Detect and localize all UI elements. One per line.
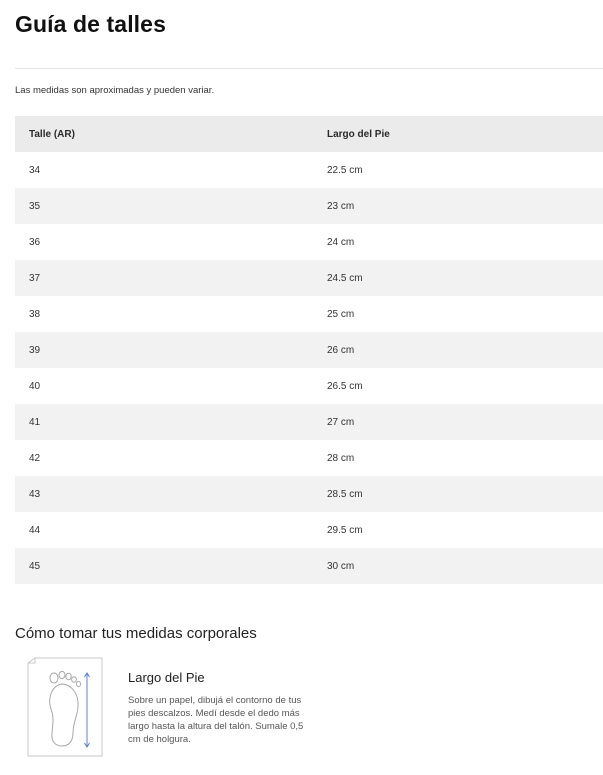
size-table: Talle (AR) Largo del Pie 34 22.5 cm 35 2… — [15, 116, 603, 584]
foot-length-cell: 27 cm — [327, 416, 355, 428]
size-cell: 39 — [29, 344, 41, 356]
foot-measure-illustration — [27, 657, 103, 757]
table-row: 41 27 cm — [15, 404, 603, 440]
size-cell: 37 — [29, 272, 41, 284]
table-row: 42 28 cm — [15, 440, 603, 476]
header-foot-length: Largo del Pie — [327, 128, 390, 140]
table-row: 44 29.5 cm — [15, 512, 603, 548]
size-cell: 38 — [29, 308, 41, 320]
size-cell: 43 — [29, 488, 41, 500]
foot-length-cell: 30 cm — [327, 560, 355, 572]
measurements-section-title: Cómo tomar tus medidas corporales — [15, 625, 257, 642]
table-row: 37 24.5 cm — [15, 260, 603, 296]
foot-measure-icon — [27, 657, 103, 757]
foot-length-description: Sobre un papel, dibujá el contorno de tu… — [128, 695, 304, 745]
size-cell: 45 — [29, 560, 41, 572]
size-cell: 36 — [29, 236, 41, 248]
table-row: 39 26 cm — [15, 332, 603, 368]
foot-length-title: Largo del Pie — [128, 670, 205, 685]
foot-length-cell: 28.5 cm — [327, 488, 363, 500]
table-row: 43 28.5 cm — [15, 476, 603, 512]
size-cell: 41 — [29, 416, 41, 428]
foot-length-cell: 29.5 cm — [327, 524, 363, 536]
foot-length-cell: 24.5 cm — [327, 272, 363, 284]
size-cell: 40 — [29, 380, 41, 392]
page-title: Guía de talles — [15, 11, 166, 37]
header-size: Talle (AR) — [29, 128, 75, 140]
table-header-row: Talle (AR) Largo del Pie — [15, 116, 603, 152]
foot-length-cell: 22.5 cm — [327, 164, 363, 176]
size-cell: 35 — [29, 200, 41, 212]
size-cell: 44 — [29, 524, 41, 536]
table-row: 38 25 cm — [15, 296, 603, 332]
foot-length-cell: 28 cm — [327, 452, 355, 464]
table-row: 34 22.5 cm — [15, 152, 603, 188]
foot-length-cell: 24 cm — [327, 236, 355, 248]
divider — [15, 68, 603, 69]
foot-length-cell: 26.5 cm — [327, 380, 363, 392]
table-row: 35 23 cm — [15, 188, 603, 224]
foot-length-cell: 23 cm — [327, 200, 355, 212]
table-row: 40 26.5 cm — [15, 368, 603, 404]
size-cell: 42 — [29, 452, 41, 464]
foot-length-cell: 25 cm — [327, 308, 355, 320]
size-cell: 34 — [29, 164, 41, 176]
foot-length-cell: 26 cm — [327, 344, 355, 356]
table-row: 36 24 cm — [15, 224, 603, 260]
table-row: 45 30 cm — [15, 548, 603, 584]
disclaimer-text: Las medidas son aproximadas y pueden var… — [15, 85, 215, 96]
